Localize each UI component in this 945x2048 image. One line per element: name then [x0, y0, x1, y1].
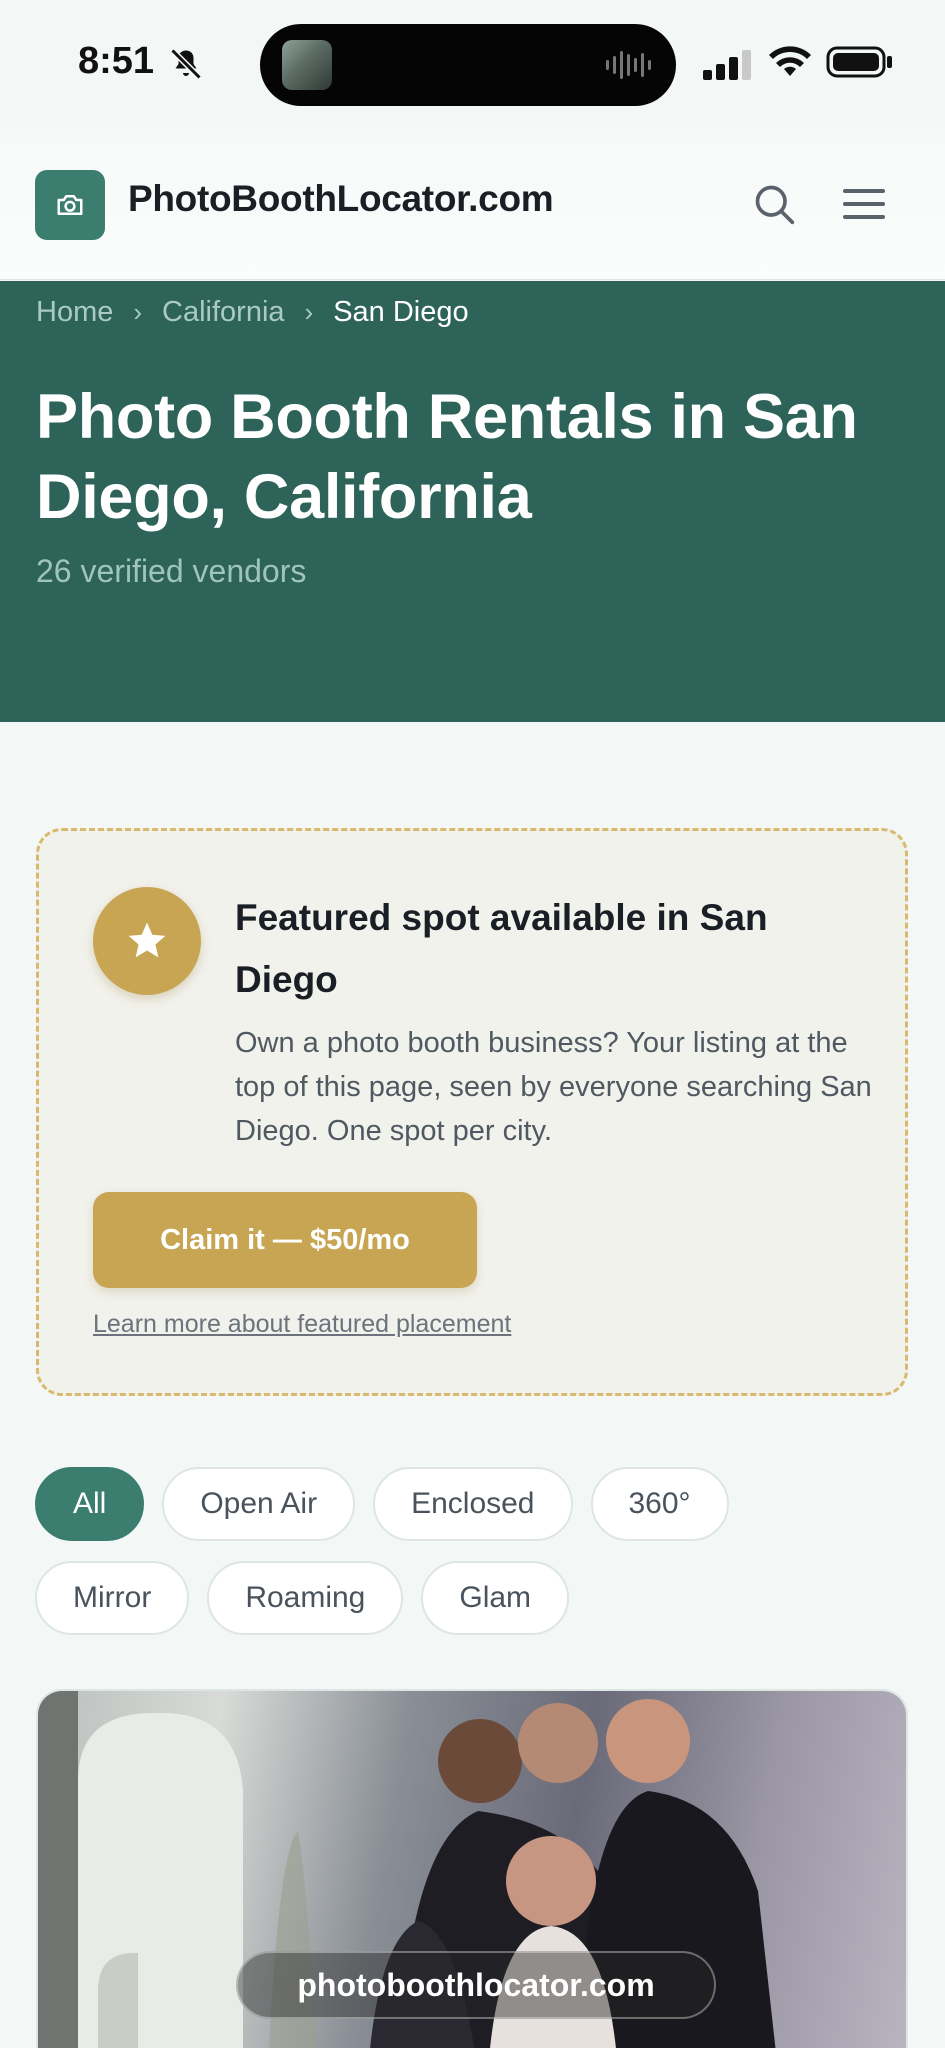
listing-photo: photoboothlocator.com: [38, 1691, 906, 2048]
featured-spot-card: Featured spot available in San Diego Own…: [36, 828, 908, 1396]
filter-chip-all[interactable]: All: [35, 1467, 145, 1541]
status-bar: 8:51: [0, 0, 945, 128]
vendor-listing-card[interactable]: photoboothlocator.com: [36, 1689, 908, 2048]
page-title: Photo Booth Rentals in San Diego, Califo…: [36, 382, 858, 532]
claim-button[interactable]: Claim it — $50/mo: [93, 1192, 477, 1288]
audio-wave-icon: [606, 51, 651, 79]
filter-chip-open-air[interactable]: Open Air: [162, 1467, 356, 1541]
site-header: PhotoBoothLocator.com: [0, 128, 945, 280]
breadcrumb-state[interactable]: California: [162, 296, 285, 329]
star-badge: [93, 887, 201, 995]
dynamic-island: [260, 24, 676, 106]
breadcrumb-home[interactable]: Home: [36, 296, 113, 329]
breadcrumb-separator: ›: [133, 297, 143, 327]
hero-section: Home › California › San Diego Photo Boot…: [0, 281, 945, 722]
breadcrumb-separator: ›: [304, 297, 314, 327]
featured-title: Featured spot available in San Diego: [235, 897, 768, 1000]
menu-icon[interactable]: [842, 186, 886, 222]
wifi-icon: [769, 46, 811, 76]
site-logo[interactable]: [35, 170, 105, 240]
camera-icon: [57, 195, 83, 215]
filter-chip-enclosed[interactable]: Enclosed: [373, 1467, 573, 1541]
filter-chip-mirror[interactable]: Mirror: [35, 1561, 190, 1635]
search-icon[interactable]: [752, 182, 796, 226]
bell-slash-icon: [170, 48, 202, 80]
learn-more-link[interactable]: Learn more about featured placement: [93, 1310, 511, 1339]
filter-chips: All Open Air Enclosed 360° Mirror Roamin…: [35, 1467, 915, 1655]
filter-chip-roaming[interactable]: Roaming: [207, 1561, 404, 1635]
site-name[interactable]: PhotoBoothLocator.com: [128, 178, 554, 220]
filter-chip-360[interactable]: 360°: [590, 1467, 729, 1541]
battery-icon: [826, 46, 892, 78]
breadcrumb: Home › California › San Diego: [36, 296, 469, 329]
star-icon: [128, 922, 166, 958]
now-playing-thumbnail: [282, 40, 332, 90]
status-time: 8:51: [78, 40, 155, 82]
signal-icon: [703, 50, 751, 80]
vendor-count: 26 verified vendors: [36, 553, 307, 589]
breadcrumb-current: San Diego: [333, 296, 469, 328]
photo-watermark: photoboothlocator.com: [236, 1951, 716, 2019]
filter-chip-glam[interactable]: Glam: [421, 1561, 570, 1635]
featured-description: Own a photo booth business? Your listing…: [235, 1027, 872, 1147]
